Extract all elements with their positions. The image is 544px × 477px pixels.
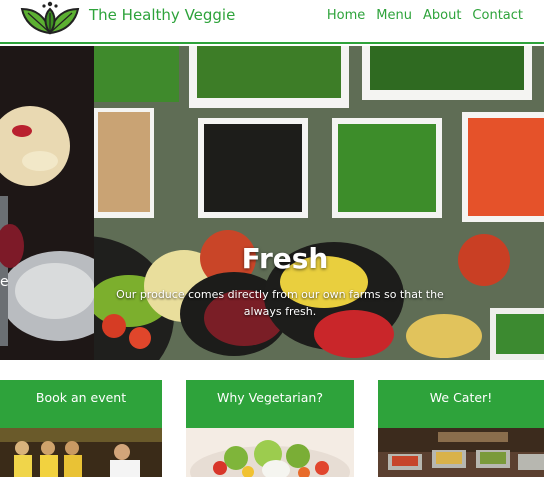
- card-book-event[interactable]: Book an event: [0, 380, 162, 477]
- nav-home[interactable]: Home: [327, 8, 365, 23]
- site-header: The Healthy Veggie Home Menu About Conta…: [0, 0, 544, 44]
- nav-menu[interactable]: Menu: [376, 8, 412, 23]
- card-title[interactable]: Book an event: [0, 380, 162, 428]
- event-photo[interactable]: [0, 428, 162, 477]
- hero-heading: Fresh: [241, 242, 329, 275]
- feature-cards: Book an event Why Vegetarian? We Cater!: [0, 360, 544, 477]
- hero-carousel[interactable]: e Fresh Our produce comes directly from …: [0, 46, 544, 360]
- hero-text-line-1: Our produce comes directly from our own …: [116, 288, 444, 301]
- hero-description: Our produce comes directly from our own …: [90, 286, 470, 320]
- main-nav: Home Menu About Contact: [327, 8, 523, 23]
- card-title[interactable]: We Cater!: [378, 380, 544, 428]
- previous-slide-caption: e: [0, 274, 9, 290]
- logo-leaves-icon[interactable]: [18, 1, 82, 35]
- card-why-vegetarian[interactable]: Why Vegetarian?: [186, 380, 354, 477]
- hero-text-line-2: always fresh.: [243, 305, 317, 318]
- vegetable-platter-photo[interactable]: [186, 428, 354, 477]
- previous-slide-image[interactable]: [0, 46, 94, 360]
- nav-contact[interactable]: Contact: [472, 8, 523, 23]
- card-we-cater[interactable]: We Cater!: [378, 380, 544, 477]
- catering-photo[interactable]: [378, 428, 544, 477]
- card-title[interactable]: Why Vegetarian?: [186, 380, 354, 428]
- brand-name[interactable]: The Healthy Veggie: [89, 6, 235, 24]
- nav-about[interactable]: About: [423, 8, 461, 23]
